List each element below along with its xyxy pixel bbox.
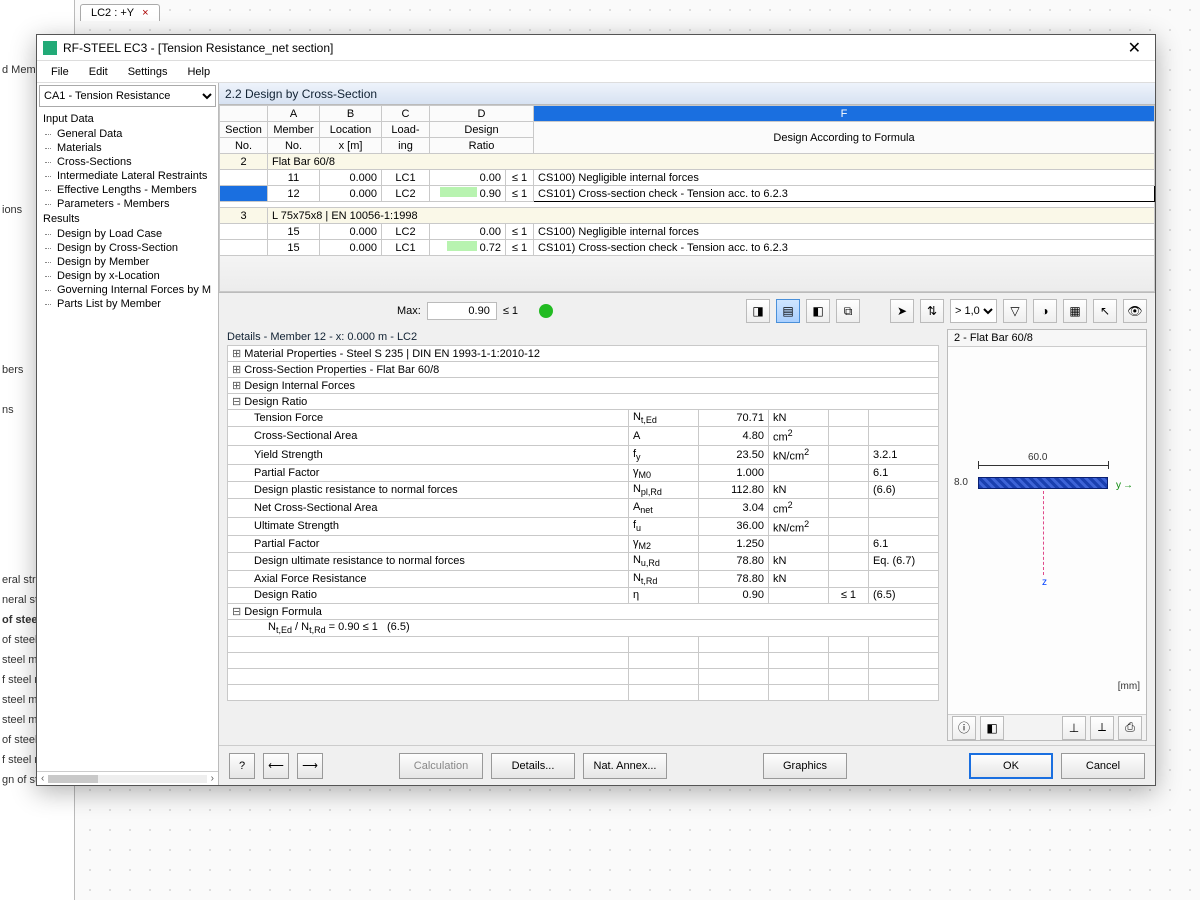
nav-general-data[interactable]: General Data [37, 127, 218, 141]
nav-group-input: Input Data [37, 111, 218, 127]
help-icon[interactable]: ? [229, 753, 255, 779]
table-row[interactable]: 15 0.000 LC1 0.72 ≤ 1 CS101) Cross-secti… [220, 240, 1155, 256]
tool-3[interactable]: ◧ [806, 299, 830, 323]
nav-group-results: Results [37, 211, 218, 227]
details-panel: Details - Member 12 - x: 0.000 m - LC2 ⊞… [219, 329, 939, 741]
tool-goto[interactable]: ➤ [890, 299, 914, 323]
titlebar: RF-STEEL EC3 - [Tension Resistance_net s… [37, 35, 1155, 61]
tool-1[interactable]: ◨ [746, 299, 770, 323]
content-title: 2.2 Design by Cross-Section [219, 83, 1155, 105]
nav-intermediate-restraints[interactable]: Intermediate Lateral Restraints [37, 169, 218, 183]
nav-parameters-members[interactable]: Parameters - Members [37, 197, 218, 211]
prev-icon[interactable]: ⟵ [263, 753, 289, 779]
print-icon[interactable]: ⎙ [1118, 716, 1142, 740]
preview-canvas[interactable]: 60.0 8.0 y z [mm] [948, 347, 1146, 714]
menu-settings[interactable]: Settings [118, 64, 178, 80]
details-button[interactable]: Details... [491, 753, 575, 779]
section-preview: 2 - Flat Bar 60/8 60.0 8.0 y z [mm] [947, 329, 1147, 741]
graphics-button[interactable]: Graphics [763, 753, 847, 779]
nav-design-load-case[interactable]: Design by Load Case [37, 227, 218, 241]
dialog-button-bar: ? ⟵ ⟶ Calculation Details... Nat. Annex.… [219, 745, 1155, 785]
nav-cross-sections[interactable]: Cross-Sections [37, 155, 218, 169]
nav-governing-forces[interactable]: Governing Internal Forces by M [37, 283, 218, 297]
nav-parts-list[interactable]: Parts List by Member [37, 297, 218, 311]
navigator: CA1 - Tension Resistance Input Data Gene… [37, 83, 219, 785]
scroll-left-icon[interactable]: ‹ [41, 773, 44, 784]
dimension-icon[interactable]: ⟂ [1090, 716, 1114, 740]
cross-section-shape [978, 477, 1108, 489]
nav-materials[interactable]: Materials [37, 141, 218, 155]
preview-title: 2 - Flat Bar 60/8 [948, 330, 1146, 347]
table-row-selected[interactable]: 12 0.000 LC2 0.90 ≤ 1 CS101) Cross-secti… [220, 186, 1155, 202]
tool-pick[interactable]: ↖ [1093, 299, 1117, 323]
nat-annex-button[interactable]: Nat. Annex... [583, 753, 667, 779]
calculation-button[interactable]: Calculation [399, 753, 483, 779]
nav-hscroll[interactable]: ‹ › [37, 771, 218, 785]
nav-effective-lengths[interactable]: Effective Lengths - Members [37, 183, 218, 197]
max-toolbar: Max: 0.90 ≤ 1 ◨ ▤ ◧ ⧉ ➤ ⇅ > 1,0 ▽ ◑ ▦ ↖ … [219, 293, 1155, 329]
tool-filter[interactable]: ▽ [1003, 299, 1027, 323]
axes-icon[interactable]: ⊥ [1062, 716, 1086, 740]
menu-file[interactable]: File [41, 64, 79, 80]
col-B[interactable]: B [320, 106, 382, 122]
info-icon[interactable]: ⓘ [952, 716, 976, 740]
case-selector[interactable]: CA1 - Tension Resistance [39, 85, 216, 107]
grid-empty-area [219, 256, 1155, 292]
menu-help[interactable]: Help [177, 64, 220, 80]
tool-view[interactable]: 👁 [1123, 299, 1147, 323]
details-header: Details - Member 12 - x: 0.000 m - LC2 [227, 329, 939, 345]
model-tab-strip: LC2 : +Y× [80, 4, 160, 26]
max-compare: ≤ 1 [503, 305, 533, 317]
tool-2[interactable]: ▤ [776, 299, 800, 323]
table-row[interactable]: 11 0.000 LC1 0.00 ≤ 1 CS100) Negligible … [220, 170, 1155, 186]
section-row[interactable]: 3 L 75x75x8 | EN 10056-1:1998 [220, 208, 1155, 224]
nav-design-x-location[interactable]: Design by x-Location [37, 269, 218, 283]
window-title: RF-STEEL EC3 - [Tension Resistance_net s… [63, 41, 1120, 55]
col-D[interactable]: D [430, 106, 534, 122]
preview-unit: [mm] [1118, 681, 1140, 692]
max-value: 0.90 [427, 302, 497, 320]
app-icon [43, 41, 57, 55]
tool-4[interactable]: ⧉ [836, 299, 860, 323]
col-F[interactable]: F [534, 106, 1155, 122]
nav-tree[interactable]: Input Data General Data Materials Cross-… [37, 109, 218, 771]
tool-excel[interactable]: ▦ [1063, 299, 1087, 323]
cancel-button[interactable]: Cancel [1061, 753, 1145, 779]
status-ok-icon [539, 304, 553, 318]
menu-edit[interactable]: Edit [79, 64, 118, 80]
ratio-filter-select[interactable]: > 1,0 [950, 299, 997, 323]
col-C[interactable]: C [382, 106, 430, 122]
menubar: File Edit Settings Help [37, 61, 1155, 83]
section-icon[interactable]: ◧ [980, 716, 1004, 740]
close-icon[interactable]: × [142, 7, 148, 19]
nav-design-member[interactable]: Design by Member [37, 255, 218, 269]
details-table[interactable]: ⊞ Material Properties - Steel S 235 | DI… [227, 345, 939, 701]
rf-steel-dialog: RF-STEEL EC3 - [Tension Resistance_net s… [36, 34, 1156, 786]
max-label: Max: [397, 305, 421, 317]
model-tab[interactable]: LC2 : +Y× [80, 4, 160, 21]
preview-toolbar: ⓘ ◧ ⊥ ⟂ ⎙ [948, 714, 1146, 740]
axis-y-icon: y [1116, 480, 1133, 491]
window-close-button[interactable]: ✕ [1120, 38, 1149, 58]
scroll-right-icon[interactable]: › [211, 773, 214, 784]
next-icon[interactable]: ⟶ [297, 753, 323, 779]
table-row[interactable]: 15 0.000 LC2 0.00 ≤ 1 CS100) Negligible … [220, 224, 1155, 240]
ok-button[interactable]: OK [969, 753, 1053, 779]
axis-z-icon: z [1042, 577, 1047, 588]
col-A[interactable]: A [268, 106, 320, 122]
section-row[interactable]: 2 Flat Bar 60/8 [220, 154, 1155, 170]
tool-colors[interactable]: ◑ [1033, 299, 1057, 323]
nav-design-cross-section[interactable]: Design by Cross-Section [37, 241, 218, 255]
tool-sort[interactable]: ⇅ [920, 299, 944, 323]
results-grid[interactable]: A B C D F Section Member Location Load- … [219, 105, 1155, 293]
